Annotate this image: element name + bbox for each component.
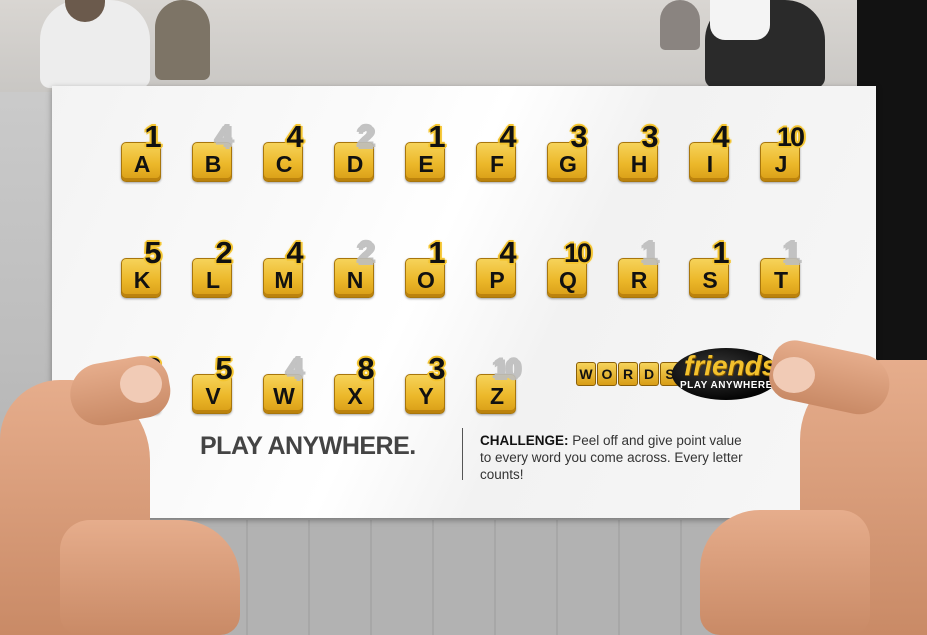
tile-letter: Q	[559, 267, 577, 293]
tile-letter: P	[489, 267, 505, 293]
peeled-point-sticker[interactable]: 10	[493, 352, 521, 386]
point-sticker[interactable]: 1	[709, 236, 733, 270]
letter-tile-k: K5	[121, 236, 162, 298]
letter-tile-f: F4	[476, 120, 517, 182]
point-sticker[interactable]: 5	[141, 236, 165, 270]
letter-tile-g: G3	[547, 120, 588, 182]
tile-letter: J	[774, 151, 788, 177]
point-sticker[interactable]: 1	[425, 120, 449, 154]
letter-tile-a: A1	[121, 120, 162, 182]
letter-tile-b: B4	[192, 120, 233, 182]
point-sticker[interactable]: 4	[283, 120, 307, 154]
letter-tile-p: P4	[476, 236, 517, 298]
point-sticker[interactable]: 3	[638, 120, 662, 154]
words-with-friends-logo: W O R D S friends PLAY ANYWHERE	[572, 344, 782, 404]
logo-tagline: PLAY ANYWHERE	[680, 380, 773, 391]
tile-letter: O	[417, 267, 435, 293]
letter-tile-z: Z 10	[476, 354, 521, 414]
left-hand-fingers	[60, 520, 240, 635]
tile-letter: S	[702, 267, 718, 293]
letter-tile-n: N2	[334, 236, 375, 298]
letter-tile-i: I4	[689, 120, 730, 182]
headline: PLAY ANYWHERE.	[200, 432, 416, 460]
peeled-point-sticker[interactable]: 1	[638, 236, 662, 270]
logo-friends-text: friends	[684, 350, 778, 381]
letter-tile-o: O1	[405, 236, 446, 298]
peeled-point-sticker[interactable]: 1	[780, 236, 804, 270]
tile-letter: V	[205, 383, 221, 409]
challenge-label: CHALLENGE:	[480, 433, 569, 448]
point-sticker[interactable]: 4	[709, 120, 733, 154]
letter-tile-l: L2	[192, 236, 233, 298]
right-thumbnail	[773, 357, 815, 393]
point-sticker[interactable]: 3	[425, 352, 449, 386]
tile-letter: Z	[489, 383, 505, 409]
logo-tile: R	[618, 362, 638, 386]
letter-tile-m: M4	[263, 236, 304, 298]
letter-tile-t: T1	[760, 236, 801, 298]
logo-words-tiles: W O R D S	[576, 362, 681, 386]
point-sticker[interactable]: 5	[212, 352, 236, 386]
sticker-card: A 1 B 4 C 4 D 2 E 1 F 4 G 3 H 3 I 4 J 10 K 5 L 2 M 4 N 2 O 1 P 4 Q 10 R 1 S 1…	[52, 86, 876, 518]
point-sticker[interactable]: 8	[354, 352, 378, 386]
point-sticker[interactable]: 10	[777, 120, 805, 154]
tile-letter: H	[630, 151, 648, 177]
tile-letter: I	[706, 151, 714, 177]
logo-tile: O	[597, 362, 617, 386]
tile-letter: R	[630, 267, 648, 293]
tile-letter: Y	[418, 383, 434, 409]
point-sticker[interactable]: 3	[567, 120, 591, 154]
letter-tile-c: C4	[263, 120, 304, 182]
tile-letter: N	[346, 267, 364, 293]
letter-tile-r: R1	[618, 236, 659, 298]
point-sticker[interactable]: 2	[212, 236, 236, 270]
peeled-point-sticker[interactable]: 4	[212, 120, 236, 154]
pedestrian	[660, 0, 700, 50]
logo-tile: W	[576, 362, 596, 386]
letter-tile-w: W4	[263, 352, 304, 414]
tile-letter: M	[274, 267, 294, 293]
tile-letter: G	[559, 151, 577, 177]
tile-letter: L	[205, 267, 221, 293]
letter-tile-x: X8	[334, 352, 375, 414]
letter-tile-d: D2	[334, 120, 375, 182]
tile-letter: B	[204, 151, 222, 177]
left-thumbnail	[120, 365, 162, 403]
tile-letter: D	[346, 151, 364, 177]
point-sticker[interactable]: 4	[496, 120, 520, 154]
divider	[462, 428, 463, 480]
tile-letter: K	[133, 267, 151, 293]
letter-tile-e: E1	[405, 120, 446, 182]
letter-tile-j: J 10	[760, 122, 805, 182]
tile-letter: F	[489, 151, 505, 177]
letter-tile-h: H3	[618, 120, 659, 182]
letter-tile-y: Y3	[405, 352, 446, 414]
logo-tile: D	[639, 362, 659, 386]
peeled-point-sticker[interactable]: 2	[354, 236, 378, 270]
pedestrian-shirt	[710, 0, 770, 40]
right-hand-fingers	[700, 510, 870, 635]
letter-tile-s: S1	[689, 236, 730, 298]
point-sticker[interactable]: 1	[141, 120, 165, 154]
tile-letter: E	[418, 151, 434, 177]
tile-letter: A	[133, 151, 151, 177]
point-sticker[interactable]: 10	[564, 236, 592, 270]
point-sticker[interactable]: 4	[496, 236, 520, 270]
tile-letter: W	[273, 383, 295, 409]
peeled-point-sticker[interactable]: 4	[283, 352, 307, 386]
tile-letter: C	[275, 151, 293, 177]
tile-letter: X	[347, 383, 363, 409]
challenge-text: CHALLENGE: Peel off and give point value…	[480, 432, 750, 483]
point-sticker[interactable]: 1	[425, 236, 449, 270]
peeled-point-sticker[interactable]: 2	[354, 120, 378, 154]
letter-tile-q: Q 10	[547, 238, 592, 298]
pedestrian	[155, 0, 210, 80]
letter-tile-v: V5	[192, 352, 233, 414]
point-sticker[interactable]: 4	[283, 236, 307, 270]
tile-letter: T	[773, 267, 789, 293]
